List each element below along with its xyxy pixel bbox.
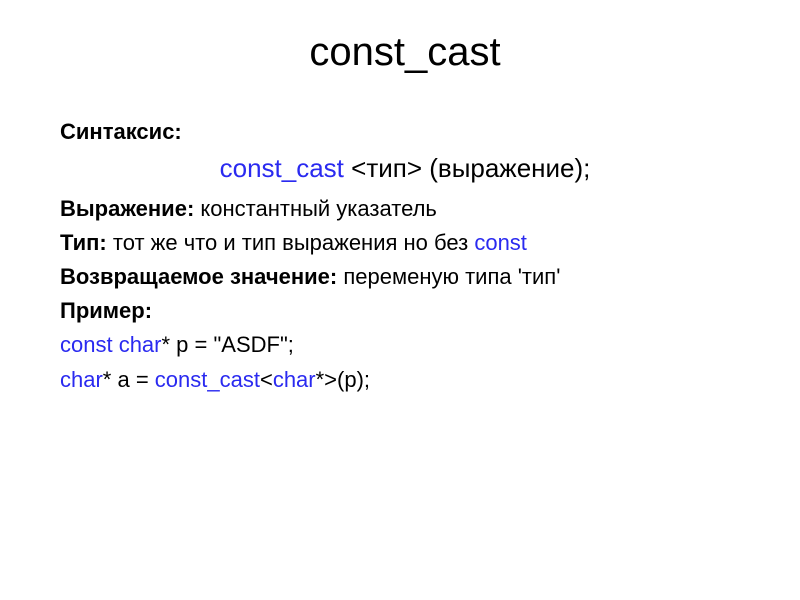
code-kw: char	[60, 367, 103, 392]
type-line: Тип: тот же что и тип выражения но без c…	[60, 226, 750, 260]
syntax-expression: const_cast <тип> (выражение);	[60, 153, 750, 184]
code-text: <	[260, 367, 273, 392]
code-line-1: const char* p = "ASDF";	[60, 328, 750, 362]
example-label: Пример:	[60, 294, 750, 328]
slide: const_cast Синтаксис: const_cast <тип> (…	[0, 0, 800, 600]
code-text: * p = "ASDF";	[162, 332, 294, 357]
expression-line: Выражение: константный указатель	[60, 192, 750, 226]
return-line: Возвращаемое значение: переменую типа 'т…	[60, 260, 750, 294]
type-label: Тип:	[60, 230, 107, 255]
code-kw: char	[273, 367, 316, 392]
syntax-rest: <тип> (выражение);	[344, 153, 590, 183]
code-kw: const_cast	[155, 367, 260, 392]
code-kw: const char	[60, 332, 162, 357]
return-text: переменую типа 'тип'	[337, 264, 560, 289]
slide-title: const_cast	[60, 30, 750, 75]
code-line-2: char* a = const_cast<char*>(p);	[60, 363, 750, 397]
code-text: *>(p);	[316, 367, 370, 392]
syntax-label: Синтаксис:	[60, 115, 750, 149]
return-label: Возвращаемое значение:	[60, 264, 337, 289]
expression-text: константный указатель	[194, 196, 437, 221]
type-keyword: const	[474, 230, 527, 255]
expression-label: Выражение:	[60, 196, 194, 221]
type-text: тот же что и тип выражения но без	[107, 230, 475, 255]
syntax-keyword: const_cast	[220, 153, 344, 183]
code-text: * a =	[103, 367, 155, 392]
